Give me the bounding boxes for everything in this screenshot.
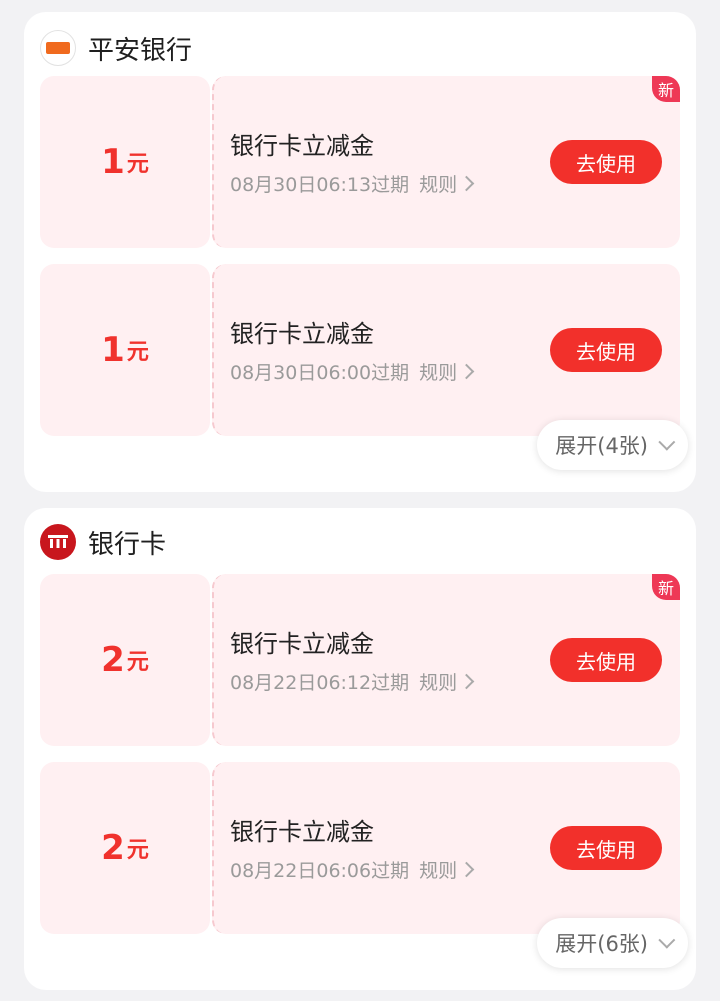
coupon-expiry-line: 08月22日06:06过期 规则: [230, 856, 475, 883]
coupon-expiry: 08月30日06:00过期: [230, 362, 410, 384]
chevron-right-icon: [458, 175, 475, 192]
rule-link[interactable]: 规则: [419, 170, 457, 197]
coupon-card: 1 元 银行卡立减金 08月30日06:13过期 规则 去使用 新: [40, 76, 680, 248]
coupon-expiry-line: 08月30日06:00过期 规则: [230, 358, 475, 385]
coupon-detail-panel: 银行卡立减金 08月30日06:13过期 规则 去使用 新: [212, 76, 680, 248]
rule-link[interactable]: 规则: [419, 668, 457, 695]
bank-card-icon: [40, 524, 76, 560]
coupon-amount: 1: [101, 142, 125, 182]
coupon-expiry-line: 08月22日06:12过期 规则: [230, 668, 475, 695]
coupon-detail-panel: 银行卡立减金 08月30日06:00过期 规则 去使用: [212, 264, 680, 436]
coupon-amount: 1: [101, 330, 125, 370]
coupon-expiry-line: 08月30日06:13过期 规则: [230, 170, 475, 197]
coupon-group-bankcard: 银行卡 2 元 银行卡立减金 08月22日06:12过期 规则 去使用 新 2 …: [24, 508, 696, 990]
chevron-down-icon: [658, 433, 676, 451]
use-button[interactable]: 去使用: [550, 328, 662, 372]
expand-button[interactable]: 展开(4张): [537, 420, 688, 470]
coupon-expiry: 08月22日06:06过期: [230, 860, 410, 882]
coupon-card: 2 元 银行卡立减金 08月22日06:12过期 规则 去使用 新: [40, 574, 680, 746]
use-button[interactable]: 去使用: [550, 826, 662, 870]
coupon-unit: 元: [126, 650, 149, 675]
expand-button[interactable]: 展开(6张): [537, 918, 688, 968]
coupon-detail-panel: 银行卡立减金 08月22日06:12过期 规则 去使用 新: [212, 574, 680, 746]
coupon-group-pingan: 平安银行 1 元 银行卡立减金 08月30日06:13过期 规则 去使用 新 1…: [24, 12, 696, 492]
rule-link[interactable]: 规则: [419, 358, 457, 385]
chevron-right-icon: [458, 861, 475, 878]
coupon-amount: 2: [101, 828, 125, 868]
coupon-detail-panel: 银行卡立减金 08月22日06:06过期 规则 去使用: [212, 762, 680, 934]
bank-name: 银行卡: [88, 529, 167, 560]
coupon-amount-panel: 1 元: [40, 76, 210, 248]
coupon-card: 1 元 银行卡立减金 08月30日06:00过期 规则 去使用: [40, 264, 680, 436]
coupon-title: 银行卡立减金: [230, 132, 374, 160]
coupon-amount-panel: 1 元: [40, 264, 210, 436]
coupon-amount: 2: [101, 640, 125, 680]
coupon-amount-panel: 2 元: [40, 574, 210, 746]
chevron-right-icon: [458, 673, 475, 690]
coupon-expiry: 08月22日06:12过期: [230, 672, 410, 694]
new-badge: 新: [652, 574, 680, 600]
coupon-amount-panel: 2 元: [40, 762, 210, 934]
group-header: 平安银行: [40, 28, 192, 68]
group-header: 银行卡: [40, 522, 166, 562]
new-badge: 新: [652, 76, 680, 102]
coupon-unit: 元: [126, 340, 149, 365]
expand-label: 展开(4张): [555, 434, 648, 458]
coupon-title: 银行卡立减金: [230, 320, 374, 348]
chevron-right-icon: [458, 363, 475, 380]
bank-name: 平安银行: [88, 35, 193, 66]
rule-link[interactable]: 规则: [419, 856, 457, 883]
chevron-down-icon: [658, 931, 676, 949]
coupon-unit: 元: [126, 152, 149, 177]
coupon-title: 银行卡立减金: [230, 818, 374, 846]
use-button[interactable]: 去使用: [550, 638, 662, 682]
coupon-card: 2 元 银行卡立减金 08月22日06:06过期 规则 去使用: [40, 762, 680, 934]
coupon-unit: 元: [126, 838, 149, 863]
coupon-expiry: 08月30日06:13过期: [230, 174, 410, 196]
use-button[interactable]: 去使用: [550, 140, 662, 184]
pingan-bank-icon: [40, 30, 76, 66]
coupon-title: 银行卡立减金: [230, 630, 374, 658]
expand-label: 展开(6张): [555, 932, 648, 956]
